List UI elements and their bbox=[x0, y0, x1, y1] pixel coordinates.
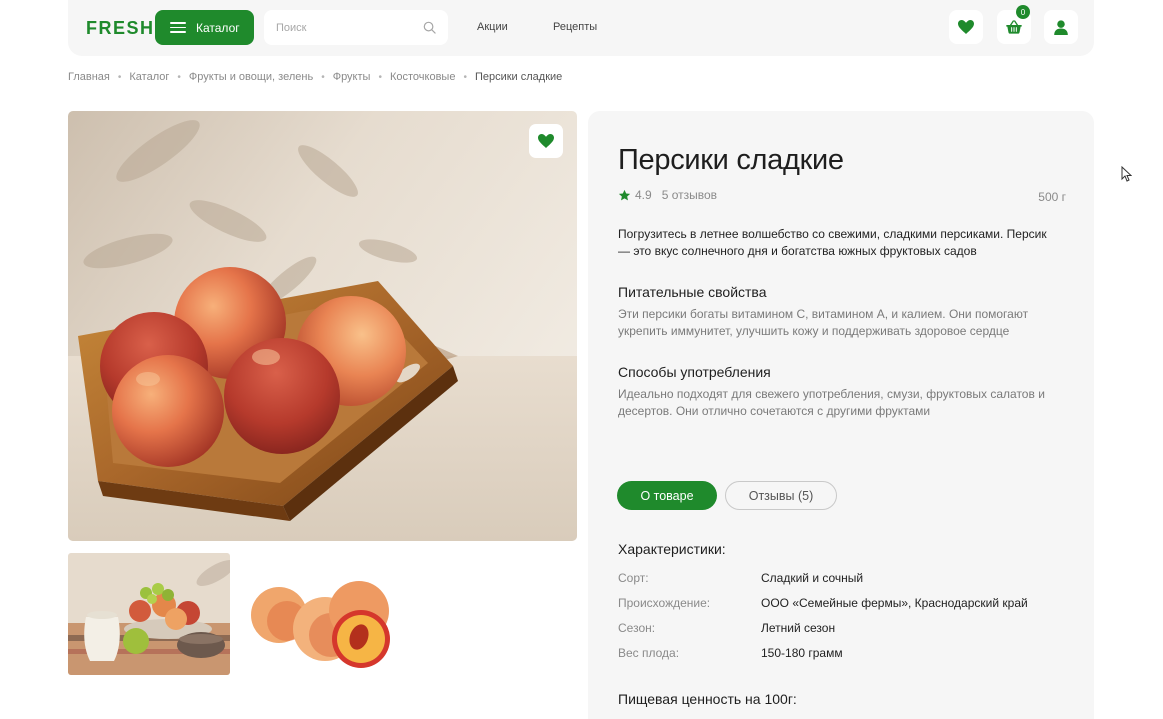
nutrition-text: Эти персики богаты витамином С, витамино… bbox=[618, 307, 1029, 338]
cart-count-badge: 0 bbox=[1016, 5, 1030, 19]
heart-icon bbox=[538, 134, 554, 148]
characteristic-row: Происхождение: ООО «Семейные фермы», Кра… bbox=[618, 596, 1068, 612]
breadcrumb-link-catalog[interactable]: Каталог bbox=[129, 71, 169, 83]
site-header: FRESH Каталог Акции Рецепты 0 bbox=[68, 0, 1094, 56]
product-rating[interactable]: 4.9 5 отзывов bbox=[618, 188, 717, 202]
search-input[interactable] bbox=[276, 21, 423, 34]
breadcrumb-current: Персики сладкие bbox=[474, 71, 563, 83]
characteristic-key: Происхождение: bbox=[618, 596, 711, 610]
breadcrumb-link-fruits[interactable]: Фрукты bbox=[333, 71, 371, 83]
characteristic-row: Вес плода: 150-180 грамм bbox=[618, 646, 1068, 662]
search-icon[interactable] bbox=[423, 21, 436, 34]
add-to-favorites-button[interactable] bbox=[529, 124, 563, 158]
nutrition-heading: Питательные свойства bbox=[618, 284, 767, 300]
breadcrumb-link-stone-fruits[interactable]: Косточковые bbox=[390, 71, 455, 83]
breadcrumb: Главная • Каталог • Фрукты и овощи, зеле… bbox=[68, 71, 563, 83]
characteristic-key: Вес плода: bbox=[618, 646, 680, 660]
product-title: Персики сладкие bbox=[618, 144, 844, 176]
tab-reviews[interactable]: Отзывы (5) bbox=[725, 481, 837, 510]
usage-heading: Способы употребления bbox=[618, 364, 771, 380]
breadcrumb-link-home[interactable]: Главная bbox=[68, 71, 110, 83]
characteristic-row: Сорт: Сладкий и сочный bbox=[618, 571, 1068, 587]
nav-link-promotions[interactable]: Акции bbox=[477, 21, 508, 33]
characteristic-value: ООО «Семейные фермы», Краснодарский край bbox=[761, 596, 1028, 610]
product-weight: 500 г bbox=[1038, 190, 1066, 204]
reviews-count[interactable]: 5 отзывов bbox=[662, 188, 717, 202]
tab-about-product[interactable]: О товаре bbox=[617, 481, 717, 510]
characteristic-row: Сезон: Летний сезон bbox=[618, 621, 1068, 637]
search-bar[interactable] bbox=[264, 10, 448, 45]
characteristic-key: Сезон: bbox=[618, 621, 656, 635]
nav-link-recipes[interactable]: Рецепты bbox=[553, 21, 597, 33]
product-thumbnail-2[interactable] bbox=[245, 553, 407, 675]
characteristic-key: Сорт: bbox=[618, 571, 649, 585]
heart-icon bbox=[958, 20, 974, 34]
star-icon bbox=[618, 189, 631, 200]
characteristic-value: Сладкий и сочный bbox=[761, 571, 864, 585]
logo[interactable]: FRESH bbox=[86, 18, 155, 39]
user-icon bbox=[1054, 19, 1068, 35]
basket-icon bbox=[1006, 20, 1022, 34]
mouse-cursor-icon bbox=[1121, 166, 1132, 182]
profile-button[interactable] bbox=[1044, 10, 1078, 44]
characteristics-heading: Характеристики: bbox=[618, 541, 726, 557]
characteristic-value: Летний сезон bbox=[761, 621, 836, 635]
rating-value: 4.9 bbox=[635, 188, 652, 202]
product-main-image[interactable] bbox=[68, 111, 577, 541]
breadcrumb-link-fruits-vegetables[interactable]: Фрукты и овощи, зелень bbox=[189, 71, 313, 83]
catalog-button-label: Каталог bbox=[196, 20, 240, 35]
nutrition-value-heading: Пищевая ценность на 100г: bbox=[618, 691, 797, 707]
cart-button[interactable]: 0 bbox=[997, 5, 1031, 44]
catalog-button[interactable]: Каталог bbox=[155, 10, 254, 45]
product-thumbnail-1[interactable] bbox=[68, 553, 230, 675]
menu-icon bbox=[170, 22, 186, 33]
product-description: Погрузитесь в летнее волшебство со свежи… bbox=[618, 227, 1047, 258]
favorites-button[interactable] bbox=[949, 10, 983, 44]
usage-text: Идеально подходят для свежего употреблен… bbox=[618, 387, 1045, 418]
characteristic-value: 150-180 грамм bbox=[761, 646, 843, 660]
